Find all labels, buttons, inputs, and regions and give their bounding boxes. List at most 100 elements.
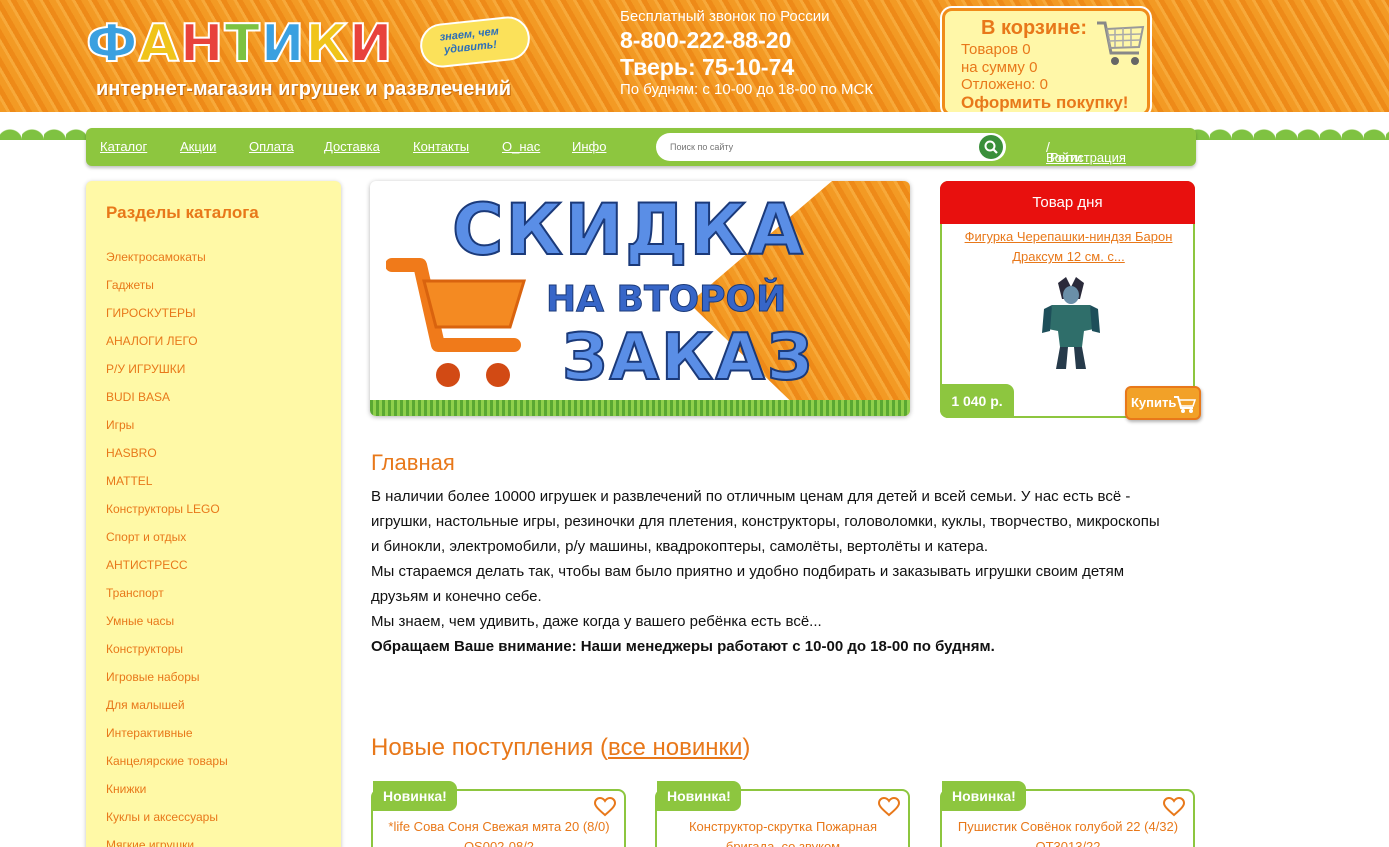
catalog-item[interactable]: Игры xyxy=(106,415,228,443)
catalog-item[interactable]: Канцелярские товары xyxy=(106,751,228,779)
logo-letter: И xyxy=(260,13,306,75)
new-badge: Новинка! xyxy=(942,781,1026,811)
catalog-item[interactable]: Книжки xyxy=(106,779,228,807)
nav-catalog[interactable]: Каталог xyxy=(100,139,147,154)
nav-payment[interactable]: Оплата xyxy=(249,139,294,154)
register-link[interactable]: Регистрация xyxy=(1050,150,1126,165)
catalog-list: Электросамокаты Гаджеты ГИРОСКУТЕРЫ АНАЛ… xyxy=(106,247,228,847)
all-new-link[interactable]: все новинки xyxy=(608,734,742,761)
catalog-sidebar: Разделы каталога Электросамокаты Гаджеты… xyxy=(86,181,341,847)
page-title: Главная xyxy=(371,450,455,475)
catalog-item[interactable]: Гаджеты xyxy=(106,275,228,303)
city-phone[interactable]: Тверь: 75-10-74 xyxy=(620,54,873,81)
intro-text: В наличии более 10000 игрушек и развлече… xyxy=(371,484,1171,659)
shopping-cart-icon xyxy=(386,258,527,387)
banner-grass xyxy=(370,400,910,416)
intro-paragraph: Мы стараемся делать так, чтобы вам было … xyxy=(371,563,1125,605)
nav-delivery[interactable]: Доставка xyxy=(324,139,380,154)
work-hours: По будням: с 10-00 до 18-00 по МСК xyxy=(620,81,874,98)
site-tagline: интернет-магазин игрушек и развлечений xyxy=(96,78,512,100)
intro-paragraph: Мы знаем, чем удивить, даже когда у ваше… xyxy=(371,613,822,630)
heart-icon[interactable] xyxy=(1163,797,1185,817)
catalog-item[interactable]: Для малышей xyxy=(106,695,228,723)
heart-icon[interactable] xyxy=(594,797,616,817)
nav-contacts[interactable]: Контакты xyxy=(413,139,469,154)
checkout-link[interactable]: Оформить покупку! xyxy=(961,93,1128,113)
sidebar-title: Разделы каталога xyxy=(106,203,259,222)
cart-title: В корзине: xyxy=(981,17,1088,39)
catalog-item[interactable]: Игровые наборы xyxy=(106,667,228,695)
free-call-label: Бесплатный звонок по России xyxy=(620,8,830,25)
heart-icon[interactable] xyxy=(878,797,900,817)
product-of-day-title: Товар дня xyxy=(940,181,1195,224)
search-box xyxy=(656,133,1006,161)
banner-headline: СКИДКА xyxy=(451,188,805,272)
catalog-item[interactable]: Интерактивные xyxy=(106,723,228,751)
banner-tail: ЗАКАЗ xyxy=(561,320,815,396)
main-nav: Каталог Акции Оплата Доставка Контакты О… xyxy=(86,128,1196,166)
intro-notice: Обращаем Ваше внимание: Наши менеджеры р… xyxy=(371,638,995,655)
product-card-name[interactable]: Пушистик Совёнок голубой 22 (4/32) OT301… xyxy=(948,817,1188,847)
search-icon xyxy=(984,140,998,154)
site-header: ФАНТИКИ знаем, чем удивить! интернет-маг… xyxy=(0,0,1389,140)
logo-letter: Н xyxy=(179,13,225,75)
product-price: 1 040 р. xyxy=(940,384,1014,418)
product-of-day-link[interactable]: Фигурка Черепашки-ниндзя Барон Драксум 1… xyxy=(952,227,1185,267)
nav-promotions[interactable]: Акции xyxy=(180,139,216,154)
product-card[interactable]: Новинка! *life Сова Соня Свежая мята 20 … xyxy=(371,781,626,847)
catalog-item[interactable]: Конструкторы xyxy=(106,639,228,667)
cart-items-count: Товаров 0 xyxy=(961,41,1031,58)
product-image[interactable] xyxy=(1038,275,1104,371)
phone-number[interactable]: 8-800-222-88-20 xyxy=(620,27,873,54)
logo-letter: К xyxy=(304,13,349,75)
cart-widget[interactable]: В корзине: Товаров 0 на сумму 0 Отложено… xyxy=(942,8,1150,116)
cart-icon xyxy=(1174,396,1197,413)
product-card-name[interactable]: *life Сова Соня Свежая мята 20 (8/0) OS0… xyxy=(379,817,619,847)
catalog-item[interactable]: BUDI BASA xyxy=(106,387,228,415)
catalog-item[interactable]: Конструкторы LEGO xyxy=(106,499,228,527)
nav-info[interactable]: Инфо xyxy=(572,139,606,154)
product-of-day: Товар дня Фигурка Черепашки-ниндзя Барон… xyxy=(940,181,1201,420)
new-badge: Новинка! xyxy=(373,781,457,811)
logo-letter: А xyxy=(138,13,180,75)
catalog-item[interactable]: Спорт и отдых xyxy=(106,527,228,555)
catalog-item[interactable]: Р/У ИГРУШКИ xyxy=(106,359,228,387)
paren-close: ) xyxy=(742,734,751,761)
cart-postponed: Отложено: 0 xyxy=(961,76,1048,93)
catalog-item[interactable]: АНТИСТРЕСС xyxy=(106,555,228,583)
new-badge: Новинка! xyxy=(657,781,741,811)
catalog-item[interactable]: Электросамокаты xyxy=(106,247,228,275)
buy-label: Купить xyxy=(1131,395,1177,410)
logo-candy-text: знаем, чем удивить! xyxy=(439,25,500,57)
banner-subline: НА ВТОРОЙ xyxy=(545,279,787,321)
catalog-item[interactable]: Транспорт xyxy=(106,583,228,611)
site-logo[interactable]: ФАНТИКИ знаем, чем удивить! интернет-маг… xyxy=(85,13,536,104)
product-card[interactable]: Новинка! Пушистик Совёнок голубой 22 (4/… xyxy=(940,781,1195,847)
catalog-item[interactable]: Умные часы xyxy=(106,611,228,639)
catalog-item[interactable]: MATTEL xyxy=(106,471,228,499)
new-arrivals-title: Новые поступления (все новинки) xyxy=(371,734,750,762)
catalog-item[interactable]: Мягкие игрушки xyxy=(106,835,228,847)
new-arrivals-label: Новые поступления xyxy=(371,734,594,761)
paren-open: ( xyxy=(599,734,608,761)
logo-candy: знаем, чем удивить! xyxy=(418,14,532,70)
catalog-item[interactable]: HASBRO xyxy=(106,443,228,471)
auth-links: Войти / Регистрация xyxy=(1046,139,1126,165)
contacts-block: Бесплатный звонок по России 8-800-222-88… xyxy=(620,8,873,98)
catalog-item[interactable]: АНАЛОГИ ЛЕГО xyxy=(106,331,228,359)
catalog-item[interactable]: Куклы и аксессуары xyxy=(106,807,228,835)
nav-about[interactable]: О_нас xyxy=(502,139,540,154)
logo-wordmark: ФАНТИКИ xyxy=(85,13,394,75)
buy-button[interactable]: Купить xyxy=(1125,386,1201,420)
product-card[interactable]: Новинка! Конструктор-скрутка Пожарная бр… xyxy=(655,781,910,847)
cart-sum: на сумму 0 xyxy=(961,59,1038,76)
search-input[interactable] xyxy=(670,139,960,155)
shopping-cart-icon xyxy=(1097,21,1145,65)
product-card-name[interactable]: Конструктор-скрутка Пожарная бригада, со… xyxy=(663,817,903,847)
catalog-item[interactable]: ГИРОСКУТЕРЫ xyxy=(106,303,228,331)
promo-banner[interactable]: СКИДКА НА ВТОРОЙ ЗАКАЗ xyxy=(370,181,910,416)
intro-paragraph: В наличии более 10000 игрушек и развлече… xyxy=(371,488,1160,555)
search-button[interactable] xyxy=(979,135,1003,159)
logo-letter: Ф xyxy=(85,13,139,75)
logo-letter: И xyxy=(348,13,394,75)
